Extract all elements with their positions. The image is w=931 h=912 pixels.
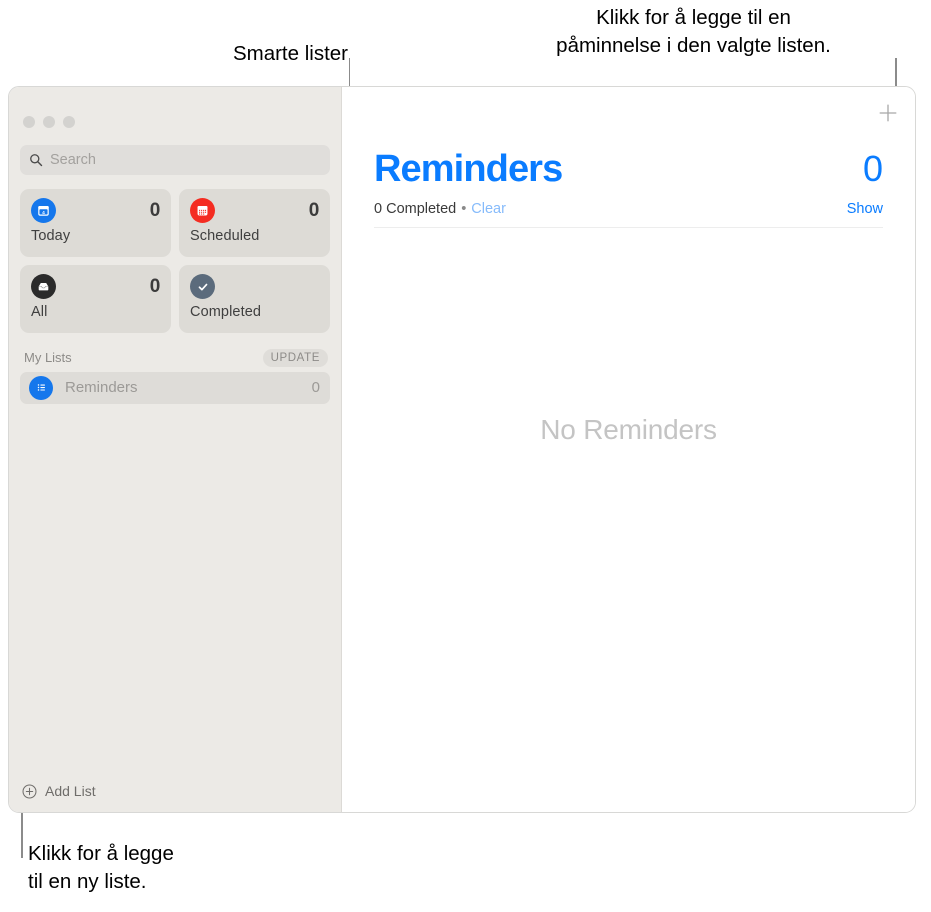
completed-count-label: 0 Completed (374, 201, 457, 217)
show-button[interactable]: Show (847, 201, 883, 217)
smart-list-scheduled[interactable]: 0 Scheduled (179, 189, 330, 257)
clear-button[interactable]: Clear (471, 201, 506, 217)
completed-group: 0 Completed • Clear (374, 201, 506, 217)
my-lists-title: My Lists (24, 350, 72, 366)
empty-state: No Reminders (342, 228, 915, 812)
plus-circle-icon (22, 784, 37, 798)
smart-list-today-count: 0 (149, 199, 161, 221)
completed-separator: • (461, 201, 467, 217)
add-reminder-button[interactable] (874, 99, 902, 127)
sidebar-item-reminders[interactable]: Reminders 0 (20, 371, 330, 404)
add-list-button[interactable]: Add List (9, 770, 341, 812)
smart-list-completed-label: Completed (190, 304, 262, 320)
list-total-count: 0 (862, 148, 883, 189)
minimize-button[interactable] (43, 116, 55, 128)
checkmark-circle-icon (190, 274, 215, 299)
smart-list-scheduled-count: 0 (308, 199, 320, 221)
add-list-label: Add List (45, 783, 96, 799)
calendar-grid-icon (190, 198, 215, 223)
inbox-tray-icon (31, 274, 56, 299)
close-button[interactable] (23, 116, 35, 128)
plus-icon (879, 104, 897, 122)
reminders-window: Search 4 0 Today 0 Scheduled 0 All Compl… (8, 86, 916, 813)
smart-list-all-label: All (31, 304, 48, 320)
search-input[interactable]: Search (20, 145, 330, 175)
callout-smart-lists: Smarte lister (232, 42, 348, 65)
window-traffic-lights (9, 87, 341, 128)
smart-list-scheduled-label: Scheduled (190, 228, 260, 244)
svg-text:4: 4 (42, 210, 45, 216)
callout-add-reminder: Klikk for å legge til en påminnelse i de… (556, 6, 831, 57)
calendar-today-icon: 4 (31, 198, 56, 223)
page-title: Reminders (374, 148, 563, 190)
sidebar-item-reminders-label: Reminders (65, 379, 138, 396)
my-lists-header: My Lists UPDATE (9, 333, 341, 367)
maximize-button[interactable] (63, 116, 75, 128)
smart-list-all[interactable]: 0 All (20, 265, 171, 333)
smart-list-completed[interactable]: Completed (179, 265, 330, 333)
leader-line-add-list (21, 806, 23, 858)
bulleted-list-icon (29, 375, 53, 400)
smart-lists-grid: 4 0 Today 0 Scheduled 0 All Completed (9, 175, 341, 333)
search-placeholder: Search (50, 152, 96, 168)
completed-bar: 0 Completed • Clear Show (374, 201, 883, 228)
smart-list-today[interactable]: 4 0 Today (20, 189, 171, 257)
callout-add-list: Klikk for å legge til en ny liste. (28, 842, 174, 893)
update-badge[interactable]: UPDATE (262, 349, 328, 367)
sidebar: Search 4 0 Today 0 Scheduled 0 All Compl… (9, 87, 342, 812)
main-content: Reminders 0 0 Completed • Clear Show No Re… (342, 87, 915, 812)
search-icon (30, 154, 43, 167)
smart-list-all-count: 0 (149, 275, 161, 297)
sidebar-item-reminders-count: 0 (311, 379, 320, 396)
empty-state-text: No Reminders (540, 414, 717, 445)
smart-list-today-label: Today (31, 228, 71, 244)
list-header: Reminders 0 (342, 87, 915, 190)
